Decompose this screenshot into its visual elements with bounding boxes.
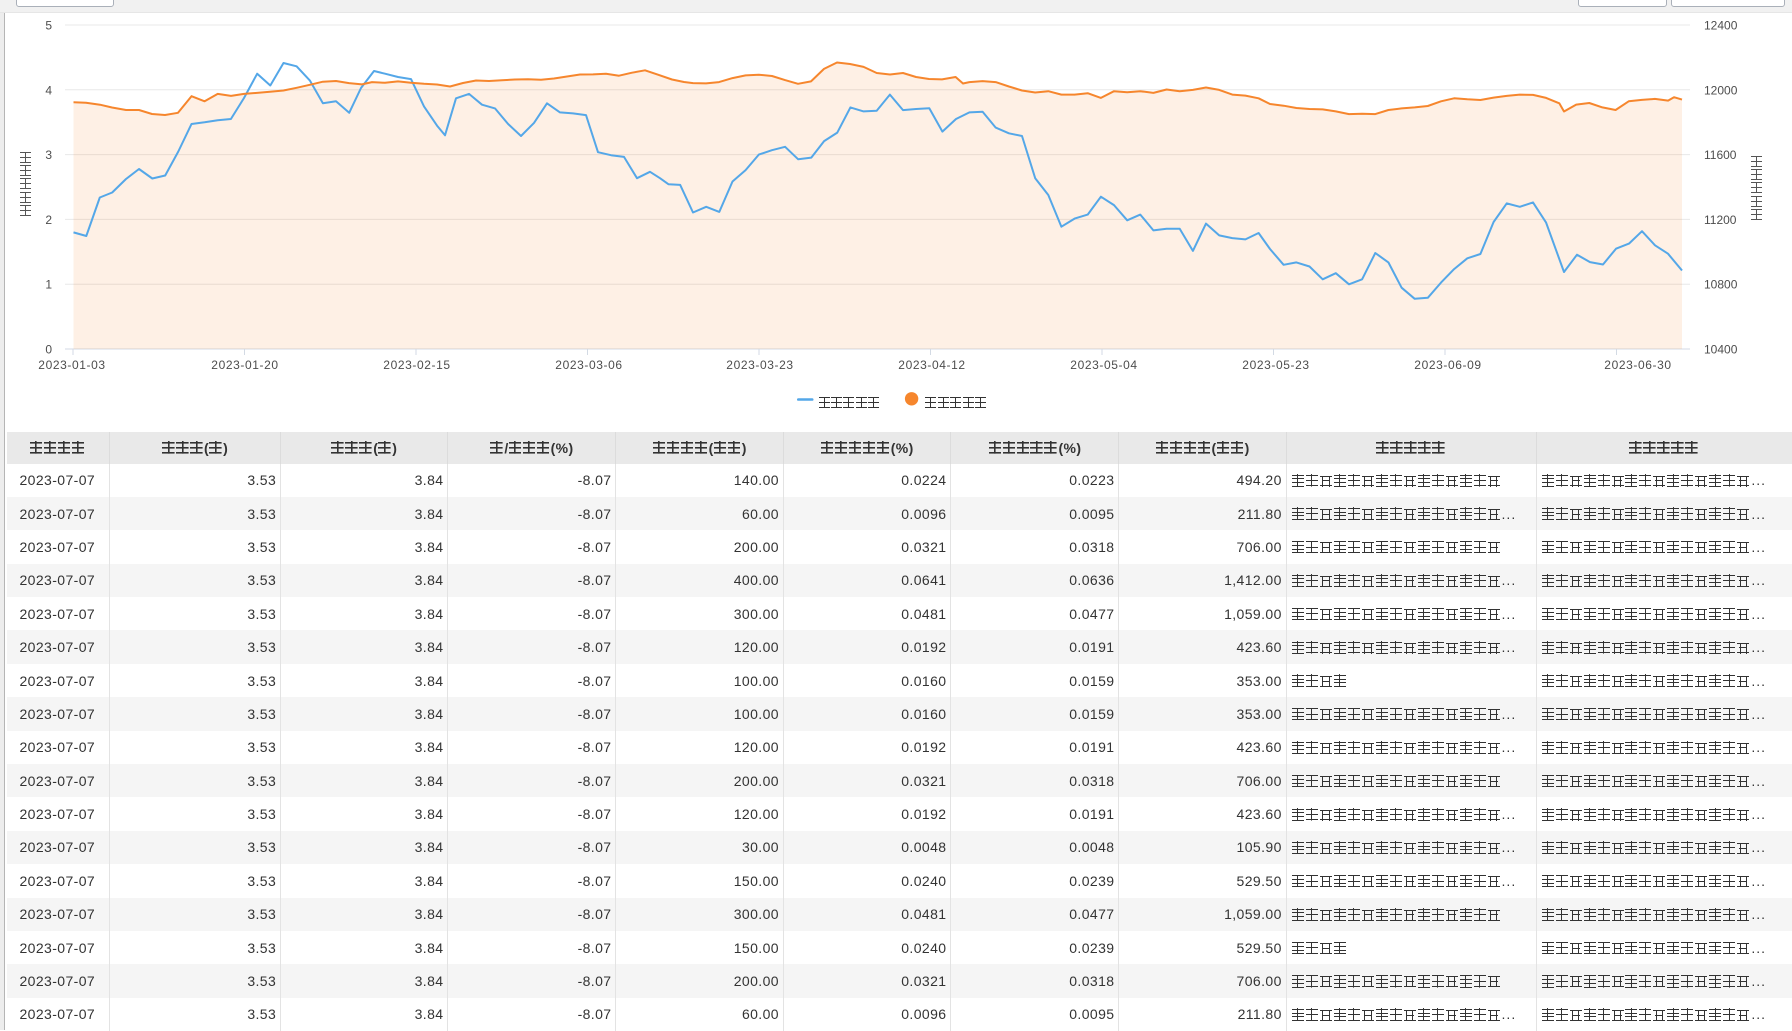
svg-text:2023-06-09: 2023-06-09 [1414, 358, 1481, 372]
svg-text:10800: 10800 [1704, 278, 1738, 292]
svg-text:2023-05-23: 2023-05-23 [1242, 358, 1309, 372]
svg-text:12400: 12400 [1704, 19, 1738, 33]
svg-text:2023-05-04: 2023-05-04 [1070, 358, 1137, 372]
svg-text:5: 5 [45, 19, 52, 33]
svg-text:2023-06-30: 2023-06-30 [1604, 358, 1671, 372]
svg-text:2023-01-20: 2023-01-20 [211, 358, 278, 372]
svg-text:2: 2 [45, 213, 52, 227]
svg-text:0: 0 [45, 343, 52, 357]
svg-text:2023-04-12: 2023-04-12 [898, 358, 965, 372]
svg-text:3: 3 [45, 148, 52, 162]
svg-text:2023-03-06: 2023-03-06 [555, 358, 622, 372]
svg-text:2023-02-15: 2023-02-15 [383, 358, 450, 372]
svg-text:11200: 11200 [1704, 213, 1737, 227]
svg-text:11600: 11600 [1704, 148, 1737, 162]
svg-text:4: 4 [45, 83, 52, 97]
svg-text:10400: 10400 [1704, 343, 1738, 357]
svg-text:2023-03-23: 2023-03-23 [726, 358, 793, 372]
svg-text:1: 1 [45, 278, 52, 292]
svg-text:2023-01-03: 2023-01-03 [38, 358, 105, 372]
svg-text:12000: 12000 [1704, 83, 1738, 97]
